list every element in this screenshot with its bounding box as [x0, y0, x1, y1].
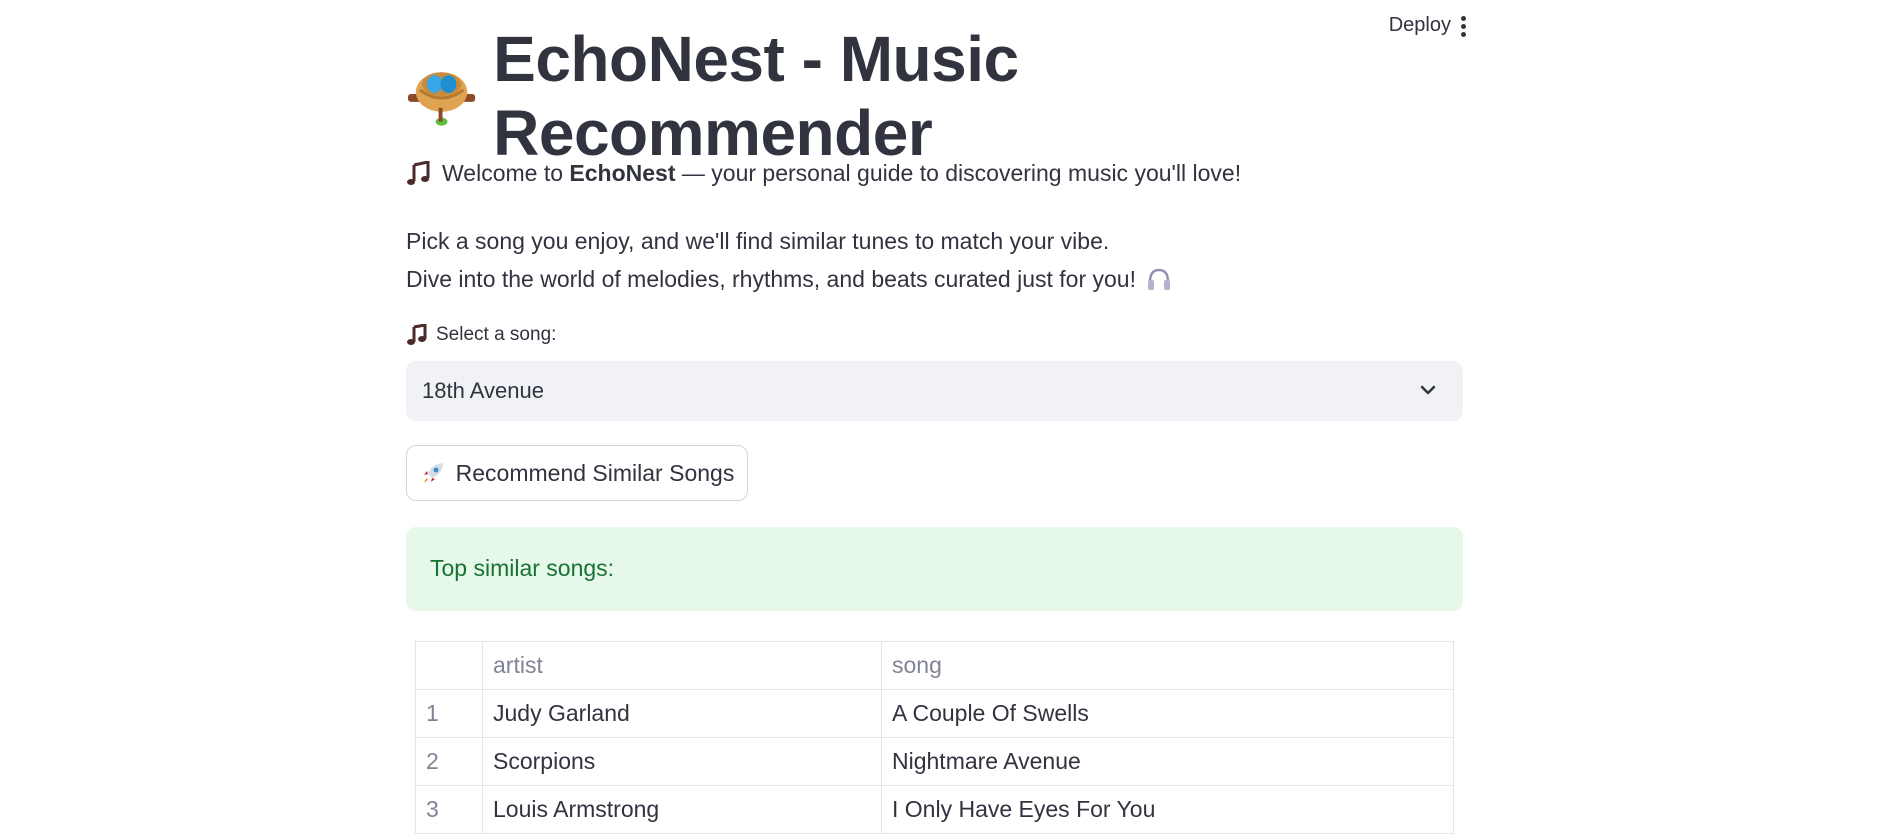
intro-line-2: Dive into the world of melodies, rhythms…: [406, 266, 1136, 292]
results-table-grid: artist song 1 Judy Garland A Couple Of S…: [415, 641, 1454, 834]
column-header-song[interactable]: song: [881, 641, 1454, 690]
welcome-text: Welcome to EchoNest — your personal guid…: [406, 160, 1241, 187]
welcome-suffix: — your personal guide to discovering mus…: [675, 160, 1242, 186]
rocket-icon: [422, 463, 443, 483]
song-cell[interactable]: A Couple Of Swells: [881, 689, 1454, 738]
song-select-value: 18th Avenue: [422, 378, 544, 403]
row-index[interactable]: 2: [415, 737, 483, 786]
song-cell[interactable]: I Only Have Eyes For You: [881, 785, 1454, 834]
chevron-down-icon[interactable]: [1419, 383, 1437, 397]
page-header: EchoNest - Music Recommender: [406, 23, 1463, 169]
song-select[interactable]: 18th Avenue: [406, 361, 1463, 421]
table-row: 1 Judy Garland A Couple Of Swells: [415, 689, 1454, 738]
results-table[interactable]: artist song 1 Judy Garland A Couple Of S…: [415, 641, 1454, 834]
artist-cell[interactable]: Louis Armstrong: [482, 785, 882, 834]
row-index[interactable]: 3: [415, 785, 483, 834]
artist-cell[interactable]: Judy Garland: [482, 689, 882, 738]
column-header-index[interactable]: [415, 641, 483, 690]
recommend-button-label: Recommend Similar Songs: [455, 459, 735, 486]
table-header-row: artist song: [415, 641, 1454, 690]
table-row: 3 Louis Armstrong I Only Have Eyes For Y…: [415, 785, 1454, 834]
column-header-artist[interactable]: artist: [482, 641, 882, 690]
page-title: EchoNest - Music Recommender: [493, 23, 1019, 169]
song-cell[interactable]: Nightmare Avenue: [881, 737, 1454, 786]
note-icon: [407, 324, 427, 345]
intro-text: Pick a song you enjoy, and we'll find si…: [406, 222, 1172, 298]
success-alert: Top similar songs:: [406, 527, 1463, 611]
welcome-brand: EchoNest: [569, 160, 676, 186]
notes-icon: [407, 160, 430, 185]
headphone-icon: [1147, 268, 1170, 290]
recommend-button[interactable]: Recommend Similar Songs: [406, 445, 748, 501]
table-row: 2 Scorpions Nightmare Avenue: [415, 737, 1454, 786]
intro-line-1: Pick a song you enjoy, and we'll find si…: [406, 228, 1110, 254]
intro-line-2-container: Dive into the world of melodies, rhythms…: [406, 260, 1172, 298]
row-index[interactable]: 1: [415, 689, 483, 738]
select-label: Select a song:: [406, 324, 556, 346]
success-text: Top similar songs:: [430, 555, 615, 581]
artist-cell[interactable]: Scorpions: [482, 737, 882, 786]
select-label-text: Select a song:: [436, 324, 557, 345]
welcome-prefix: Welcome to: [442, 160, 570, 186]
nest-icon: [407, 72, 476, 126]
